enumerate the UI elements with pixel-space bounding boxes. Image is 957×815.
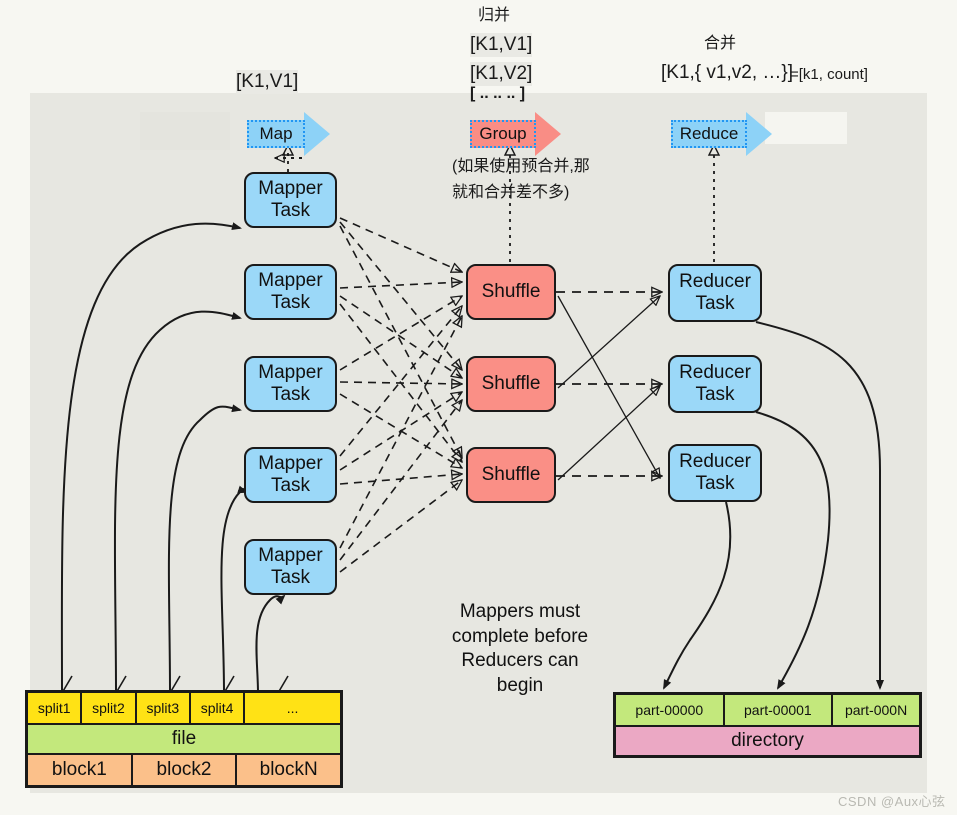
mapper-task-1-line1: Mapper	[258, 178, 323, 200]
diagram-root: [K1,V1] 归并 [K1,V1] [K1,V2] [ .. .. .. ] …	[0, 0, 957, 815]
mapper-task-2[interactable]: Mapper Task	[244, 264, 337, 320]
stage-arrow-group[interactable]: Group	[470, 112, 561, 156]
reduce-title-cn: 合并	[704, 35, 737, 52]
group-note-cn-line1: (如果使用预合并,那	[452, 158, 590, 175]
mapper-task-2-line2: Task	[270, 292, 311, 313]
output-table: part-00000 part-00001 part-000N director…	[613, 692, 922, 758]
reducer-task-2-line1: Reducer	[679, 362, 751, 384]
group-note-cn-line2: 就和合并差不多)	[452, 184, 570, 201]
directory-cell[interactable]: directory	[615, 726, 920, 756]
center-note-line4: begin	[496, 675, 544, 697]
input-file-row: file	[27, 724, 341, 754]
mapper-task-4[interactable]: Mapper Task	[244, 447, 337, 503]
block-cell-3[interactable]: blockN	[236, 754, 342, 786]
mapper-task-4-line1: Mapper	[258, 453, 323, 475]
group-kv2-label: [K1,V2]	[470, 62, 533, 86]
reducer-task-2[interactable]: Reducer Task	[668, 355, 762, 413]
center-note: Mappers must complete before Reducers ca…	[430, 600, 610, 699]
mapper-task-5[interactable]: Mapper Task	[244, 539, 337, 595]
reducer-task-1-line1: Reducer	[679, 271, 751, 293]
center-note-line2: complete before	[451, 625, 589, 647]
file-cell[interactable]: file	[27, 724, 341, 754]
mapper-task-1-line2: Task	[270, 200, 311, 221]
mapper-task-1[interactable]: Mapper Task	[244, 172, 337, 228]
split-cell-5[interactable]: ...	[244, 692, 341, 724]
stage-arrow-reduce-label: Reduce	[671, 120, 747, 148]
part-cell-2[interactable]: part-00001	[723, 694, 833, 726]
output-parts-row: part-00000 part-00001 part-000N	[615, 694, 920, 726]
split-cell-3[interactable]: split3	[135, 692, 190, 724]
stage-arrow-group-label: Group	[470, 120, 536, 148]
reducer-task-1-line2: Task	[695, 293, 735, 314]
stage-arrow-reduce[interactable]: Reduce	[671, 112, 772, 156]
part-cell-3[interactable]: part-000N	[832, 694, 920, 726]
split-cell-1[interactable]: split1	[27, 692, 82, 724]
mapper-task-3-line2: Task	[270, 384, 311, 405]
reduce-formula-eq: =[k1, count]	[790, 66, 868, 83]
group-kv-more-label: [ .. .. .. ]	[470, 85, 526, 102]
reducer-task-3[interactable]: Reducer Task	[668, 444, 762, 502]
input-table: split1 split2 split3 split4 ... file blo…	[25, 690, 343, 788]
block-cell-2[interactable]: block2	[131, 754, 237, 786]
part-cell-1[interactable]: part-00000	[615, 694, 724, 726]
mapper-task-3[interactable]: Mapper Task	[244, 356, 337, 412]
arrow-head-icon	[746, 112, 772, 156]
arrow-head-icon	[535, 112, 561, 156]
shuffle-task-1[interactable]: Shuffle	[466, 264, 556, 320]
center-note-line1: Mappers must	[459, 601, 581, 622]
stage-arrow-map[interactable]: Map	[247, 112, 330, 156]
mapper-task-4-line2: Task	[270, 475, 311, 496]
reducer-task-1[interactable]: Reducer Task	[668, 264, 762, 322]
mapper-task-3-line1: Mapper	[258, 362, 323, 384]
mapper-task-5-line1: Mapper	[258, 545, 323, 567]
split-cell-4[interactable]: split4	[189, 692, 245, 724]
placeholder-rect-right	[765, 112, 847, 144]
stage-arrow-map-label: Map	[247, 120, 305, 148]
split-cell-2[interactable]: split2	[81, 692, 136, 724]
input-splits-row: split1 split2 split3 split4 ...	[27, 692, 341, 724]
shuffle-task-2[interactable]: Shuffle	[466, 356, 556, 412]
placeholder-rect-left	[140, 112, 230, 150]
group-title-cn: 归并	[478, 7, 511, 24]
mapper-task-5-line2: Task	[270, 567, 311, 588]
group-kv1-label: [K1,V1]	[470, 33, 533, 57]
reduce-formula: [K1,{ v1,v2, …}]	[661, 62, 794, 83]
arrow-head-icon	[304, 112, 330, 156]
shuffle-task-3-label: Shuffle	[481, 464, 541, 486]
shuffle-task-2-label: Shuffle	[481, 373, 541, 395]
mapper-task-2-line1: Mapper	[258, 270, 323, 292]
block-cell-1[interactable]: block1	[27, 754, 132, 786]
input-blocks-row: block1 block2 blockN	[27, 754, 342, 786]
reducer-task-3-line1: Reducer	[679, 451, 751, 473]
shuffle-task-1-label: Shuffle	[481, 281, 541, 303]
output-directory-row: directory	[615, 726, 920, 756]
reducer-task-2-line2: Task	[695, 384, 735, 405]
watermark-label: CSDN @Aux心弦	[838, 794, 946, 809]
map-kv-label: [K1,V1]	[236, 70, 299, 94]
reducer-task-3-line2: Task	[695, 473, 735, 494]
shuffle-task-3[interactable]: Shuffle	[466, 447, 556, 503]
center-note-line3: Reducers can	[461, 650, 579, 672]
